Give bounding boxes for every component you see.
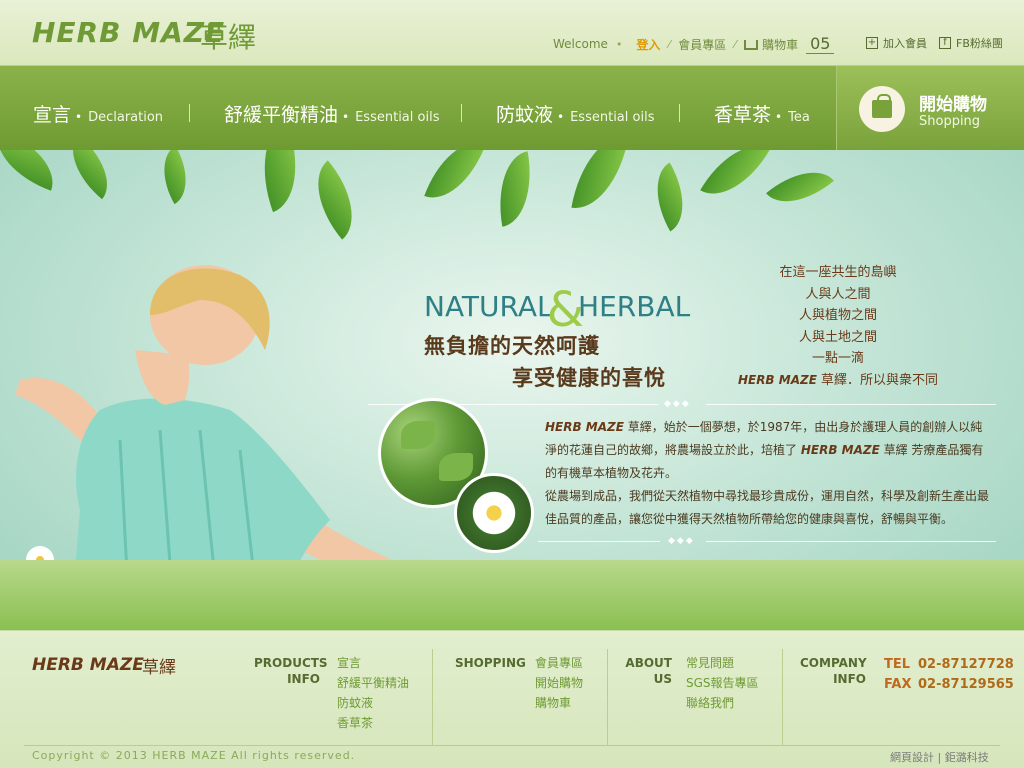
footer-link-cart[interactable]: 購物車 [535, 693, 583, 713]
nav-item-mosquito-repellent[interactable]: 防蚊液 • Essential oils [496, 100, 654, 127]
facebook-icon: f [939, 37, 951, 49]
member-links: + 加入會員 f FB粉絲團 [866, 35, 1003, 51]
about-links: 常見問題 SGS報告專區 聯絡我們 [686, 653, 759, 713]
footer-link-sgs-report[interactable]: SGS報告專區 [686, 673, 759, 693]
poem-line: HERB MAZE 草繹．所以與衆不同 [737, 372, 939, 388]
hero-banner: NATURAL&HERBAL 無負擔的天然呵護 享受健康的喜悅 在這一座共生的島… [0, 150, 1024, 630]
nav-divider [679, 104, 680, 122]
footer-link-tea[interactable]: 香草茶 [337, 713, 409, 733]
nav-divider [461, 104, 462, 122]
nav-label-zh: 防蚊液 [496, 104, 554, 126]
nav-label-zh: 舒緩平衡精油 [224, 104, 339, 126]
products-info-heading: PRODUCTS INFO [254, 656, 328, 686]
contact-info: TEL 02-87127728 FAX 02-87129565 [884, 655, 1014, 695]
about-us-heading: ABOUT US [625, 656, 672, 686]
diamonds-decoration: ◆◆◆ [664, 399, 691, 409]
member-zone-link[interactable]: 會員專區 [678, 36, 726, 53]
nav-divider [189, 104, 190, 122]
footer: HERB MAZE 草繹 PRODUCTS INFO 宣言 舒緩平衡精油 防蚊液 … [0, 630, 1024, 768]
tel-label: TEL [884, 657, 911, 672]
divider-line [706, 404, 996, 405]
fax-number: 02-87129565 [918, 677, 1014, 692]
grass-decoration [0, 560, 1024, 630]
credits[interactable]: 網頁設計 | 鉅潞科技 [890, 749, 989, 765]
nav-label-en: Tea [788, 110, 810, 125]
footer-logo-zh[interactable]: 草繹 [142, 653, 176, 678]
poem-line: 人與土地之間 [798, 329, 877, 345]
footer-bottom-line [24, 745, 1000, 746]
slogan-line-1: 無負擔的天然呵護 [424, 334, 600, 358]
top-bar: HERB MAZE 草繹 Welcome • 登入 ⁄ 會員專區 ⁄ 購物車 0… [0, 0, 1024, 66]
footer-link-declaration[interactable]: 宣言 [337, 653, 409, 673]
shopping-links: 會員專區 開始購物 購物車 [535, 653, 583, 713]
poem-line: 在這一座共生的島嶼 [779, 265, 897, 280]
shopping-heading: SHOPPING [455, 656, 526, 670]
poem-line: 一點一滴 [811, 351, 864, 366]
chamomile-photo [454, 473, 534, 553]
footer-link-member-zone[interactable]: 會員專區 [535, 653, 583, 673]
footer-link-start-shopping[interactable]: 開始購物 [535, 673, 583, 693]
top-links: Welcome • 登入 ⁄ 會員專區 ⁄ 購物車 05 [553, 34, 835, 54]
footer-link-contact[interactable]: 聯絡我們 [686, 693, 759, 713]
diamonds-decoration: ◆◆◆ [668, 536, 695, 546]
logo-text-en[interactable]: HERB MAZE [32, 16, 225, 49]
divider-line [706, 541, 996, 542]
cart-icon[interactable] [744, 40, 759, 50]
fb-fans-link[interactable]: FB粉絲團 [956, 35, 1003, 51]
poem-line: 人與植物之間 [798, 308, 877, 323]
footer-divider [607, 649, 608, 745]
poem-line: 人與人之間 [805, 286, 871, 302]
logo-text-zh[interactable]: 草繹 [200, 16, 256, 56]
shopping-bag-icon [859, 86, 905, 132]
company-info-heading: COMPANY INFO [800, 656, 867, 686]
join-member-link[interactable]: 加入會員 [883, 35, 927, 51]
fax-label: FAX [884, 677, 912, 692]
nav-label-zh: 宣言 [33, 104, 72, 126]
footer-divider [782, 649, 783, 745]
footer-link-essential-oils[interactable]: 舒緩平衡精油 [337, 673, 409, 693]
cart-count: 05 [806, 34, 835, 54]
plus-icon: + [866, 37, 878, 49]
tel-number: 02-87127728 [918, 657, 1014, 672]
separator: • [615, 37, 623, 51]
nav-label-en: Essential oils [355, 110, 440, 125]
separator: ⁄ [734, 37, 737, 51]
intro-paragraph-1: HERB MAZE 草繹，始於一個夢想，於1987年，由出身於護理人員的創辦人以… [545, 420, 984, 480]
cart-link[interactable]: 購物車 [762, 36, 798, 53]
login-link[interactable]: 登入 [636, 36, 660, 53]
shop-label-en: Shopping [919, 114, 981, 129]
copyright: Copyright © 2013 HERB MAZE All rights re… [32, 749, 356, 762]
shop-label-zh: 開始購物 [919, 95, 987, 115]
intro-paragraph-2: 從農場到成品，我們從天然植物中尋找最珍貴成份，運用自然，科學及創新生產出最佳品質… [545, 489, 990, 526]
nav-label-en: Declaration [88, 110, 164, 125]
main-nav: 宣言 • Declaration 舒緩平衡精油 • Essential oils 防蚊液… [0, 66, 1024, 150]
nav-item-declaration[interactable]: 宣言 • Declaration [33, 100, 163, 127]
divider-line [538, 541, 660, 542]
nav-item-essential-oils[interactable]: 舒緩平衡精油 • Essential oils [224, 100, 439, 127]
footer-link-mosquito-repellent[interactable]: 防蚊液 [337, 693, 409, 713]
welcome-text: Welcome [553, 37, 608, 51]
nav-label-zh: 香草茶 [714, 104, 772, 126]
separator: ⁄ [668, 37, 671, 51]
nav-label-en: Essential oils [570, 110, 655, 125]
natural-herbal-title: NATURAL&HERBAL [424, 282, 691, 338]
products-links: 宣言 舒緩平衡精油 防蚊液 香草茶 [337, 653, 409, 733]
slogan-line-2: 享受健康的喜悅 [512, 366, 666, 390]
intro-text: HERB MAZE 草繹，始於一個夢想，於1987年，由出身於護理人員的創辦人以… [545, 416, 990, 531]
nav-item-tea[interactable]: 香草茶 • Tea [714, 100, 810, 127]
footer-link-faq[interactable]: 常見問題 [686, 653, 759, 673]
footer-logo-en[interactable]: HERB MAZE [32, 655, 144, 675]
start-shopping-button[interactable]: 開始購物 Shopping [836, 66, 1024, 150]
footer-divider [432, 649, 433, 745]
poem-block: 在這一座共生的島嶼 人與人之間 人與植物之間 人與土地之間 一點一滴 HERB … [728, 262, 948, 391]
